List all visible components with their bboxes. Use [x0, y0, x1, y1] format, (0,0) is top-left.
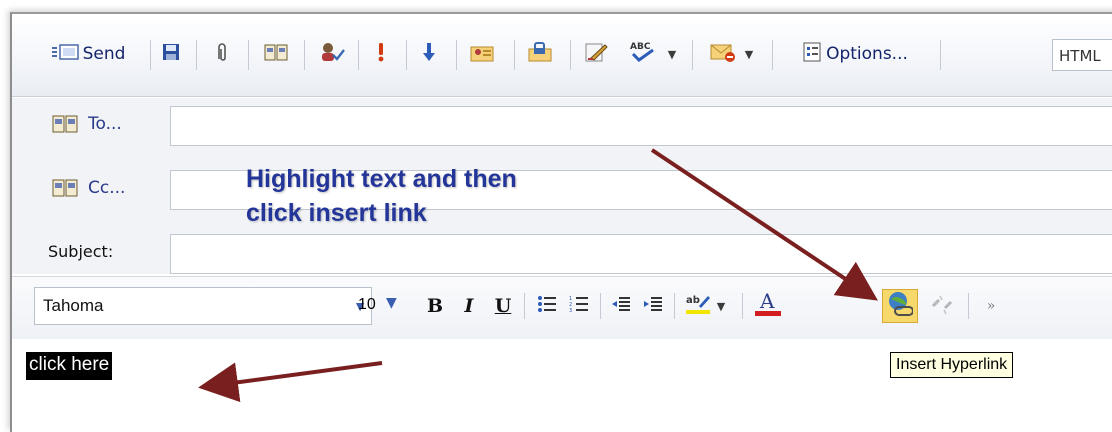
to-button[interactable]: To...: [52, 114, 122, 134]
remove-hyperlink-button[interactable]: [924, 289, 960, 323]
bold-button[interactable]: B: [422, 289, 448, 323]
italic-button[interactable]: I: [456, 289, 482, 323]
numbered-list-icon: 123: [569, 295, 589, 318]
font-size-select[interactable]: 10 ▼: [352, 287, 412, 325]
main-toolbar: Send ABC ▼ ▼ Options... HTML: [12, 14, 1112, 97]
highlighter-icon: ab: [685, 293, 711, 320]
toolbar-separator: [150, 40, 151, 70]
format-select[interactable]: HTML: [1052, 39, 1112, 71]
underline-button[interactable]: U: [490, 289, 516, 323]
sign-pen-icon: [583, 41, 609, 67]
subject-field[interactable]: [170, 234, 1112, 274]
options-button[interactable]: Options...: [780, 39, 930, 69]
toolbar-separator: [692, 40, 693, 70]
subject-label: Subject:: [48, 242, 114, 261]
insert-signature-button[interactable]: [462, 39, 502, 69]
outdent-icon: [611, 295, 631, 318]
spellcheck-icon: ABC: [628, 40, 658, 68]
to-label: To...: [88, 114, 122, 134]
toolbar-separator: [940, 40, 941, 70]
toolbar-separator: [196, 40, 197, 70]
unlink-icon: [930, 292, 954, 321]
font-name-select[interactable]: Tahoma ▼: [34, 287, 372, 325]
numbering-button[interactable]: 123: [564, 289, 594, 323]
toolbar-separator: [406, 40, 407, 70]
paperclip-icon: [215, 41, 229, 67]
message-flag-button[interactable]: ▼: [700, 39, 762, 69]
toolbar-separator: [600, 293, 601, 319]
toolbar-separator: [742, 293, 743, 319]
options-icon: [802, 41, 822, 67]
to-field[interactable]: [170, 106, 1112, 146]
options-label: Options...: [826, 44, 908, 64]
increase-indent-button[interactable]: [638, 289, 668, 323]
svg-text:ABC: ABC: [630, 42, 651, 52]
chevron-down-icon[interactable]: ▼: [717, 300, 725, 313]
message-header: To... Cc...: [12, 98, 1112, 274]
toolbar-separator: [570, 40, 571, 70]
font-color-button[interactable]: A: [750, 289, 786, 323]
save-icon: [161, 42, 181, 66]
address-book-icon: [52, 179, 78, 197]
toolbar-separator: [358, 40, 359, 70]
instruction-annotation: Highlight text and then click insert lin…: [246, 162, 517, 230]
selected-text[interactable]: click here: [26, 352, 113, 380]
exclamation-icon: [376, 41, 386, 67]
annotation-line-1: Highlight text and then: [246, 165, 517, 193]
envelope-flag-icon: [709, 41, 737, 67]
more-options-button[interactable]: »: [976, 289, 1006, 323]
send-icon: [51, 43, 79, 65]
font-color-icon: A: [754, 289, 782, 322]
double-chevron-down-icon: »: [986, 298, 996, 314]
low-importance-button[interactable]: [412, 39, 446, 69]
cc-button[interactable]: Cc...: [52, 178, 125, 198]
font-size-value: 10: [358, 296, 376, 313]
toolbar-separator: [968, 293, 969, 319]
svg-text:A: A: [759, 291, 775, 313]
annotation-line-2: click insert link: [246, 199, 427, 227]
font-name-value: Tahoma: [43, 296, 104, 315]
insert-hyperlink-tooltip: Insert Hyperlink: [890, 352, 1014, 378]
toolbar-separator: [524, 293, 525, 319]
save-button[interactable]: [156, 39, 186, 69]
insert-hyperlink-button[interactable]: [882, 289, 918, 323]
check-names-button[interactable]: [314, 39, 350, 69]
high-importance-button[interactable]: [364, 39, 398, 69]
svg-text:3: 3: [569, 308, 572, 313]
highlight-button[interactable]: ab ▼: [680, 289, 730, 323]
contact-card-icon: [469, 41, 495, 67]
globe-link-icon: [887, 291, 914, 322]
attach-button[interactable]: [207, 39, 237, 69]
toolbar-separator: [304, 40, 305, 70]
permission-button[interactable]: [520, 39, 560, 69]
address-book-icon: [264, 42, 288, 66]
indent-icon: [643, 295, 663, 318]
toolbar-separator: [248, 40, 249, 70]
envelope-lock-icon: [527, 41, 553, 67]
send-button[interactable]: Send: [34, 39, 142, 69]
send-label: Send: [82, 44, 126, 64]
down-arrow-icon: [422, 41, 436, 67]
address-book-button[interactable]: [258, 39, 294, 69]
address-book-icon: [52, 115, 78, 133]
toolbar-separator: [514, 40, 515, 70]
cc-label: Cc...: [88, 178, 126, 198]
bullet-list-icon: [537, 295, 557, 318]
chevron-down-icon[interactable]: ▼: [386, 295, 397, 311]
chevron-down-icon[interactable]: ▼: [745, 48, 753, 61]
chevron-down-icon[interactable]: ▼: [668, 48, 676, 61]
check-names-icon: [319, 41, 345, 67]
toolbar-separator: [772, 40, 773, 70]
decrease-indent-button[interactable]: [606, 289, 636, 323]
formatting-toolbar: Tahoma ▼ 10 ▼ B I U 123 ab ▼ A »: [12, 276, 1112, 340]
toolbar-separator: [674, 293, 675, 319]
svg-text:ab: ab: [686, 295, 700, 306]
bullets-button[interactable]: [532, 289, 562, 323]
spelling-button[interactable]: ABC ▼: [622, 39, 682, 69]
sign-message-button[interactable]: [576, 39, 616, 69]
toolbar-separator: [456, 40, 457, 70]
